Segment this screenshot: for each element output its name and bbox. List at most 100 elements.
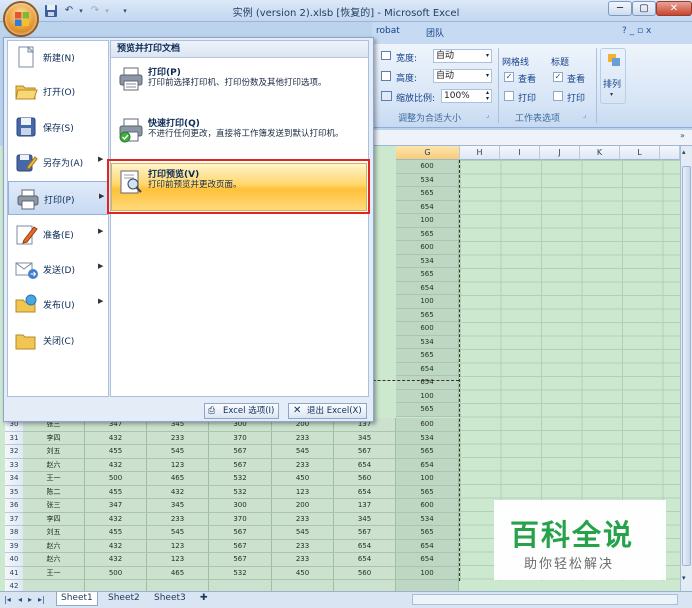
table-cell[interactable]: 张三: [23, 499, 85, 513]
sheet-options-dialog-launcher-icon[interactable]: ⌟: [583, 111, 586, 119]
row-header[interactable]: 40: [5, 553, 23, 567]
menu-item-save-as[interactable]: 另存为(A) ▶: [8, 145, 108, 179]
arrange-button[interactable]: 排列 ▾: [600, 48, 626, 104]
table-cell[interactable]: 654: [334, 553, 396, 567]
table-cell[interactable]: 654: [396, 281, 459, 295]
table-cell[interactable]: 654: [396, 553, 459, 567]
next-sheet-icon[interactable]: ▸: [28, 595, 32, 604]
table-cell[interactable]: 赵六: [23, 539, 85, 553]
first-sheet-icon[interactable]: |◂: [4, 595, 11, 604]
scale-spinner[interactable]: 100% ▴ ▾: [441, 89, 492, 103]
table-cell[interactable]: 565: [396, 526, 459, 540]
table-cell[interactable]: 233: [147, 512, 209, 526]
last-sheet-icon[interactable]: ▸|: [38, 595, 45, 604]
table-cell[interactable]: 233: [272, 431, 334, 445]
row-header[interactable]: 35: [5, 485, 23, 499]
column-header-g[interactable]: G: [396, 146, 460, 160]
table-cell[interactable]: 370: [209, 431, 272, 445]
table-cell[interactable]: 刘五: [23, 445, 85, 459]
table-cell[interactable]: 345: [147, 499, 209, 513]
width-combo[interactable]: 自动 ▾: [433, 49, 492, 63]
table-cell[interactable]: 432: [85, 539, 147, 553]
table-cell[interactable]: 455: [85, 485, 147, 499]
table-cell[interactable]: 刘五: [23, 526, 85, 540]
table-cell[interactable]: 654: [334, 539, 396, 553]
ribbon-help-controls[interactable]: ? _ ▫ x: [622, 26, 651, 36]
undo-dropdown-icon[interactable]: ▾: [74, 4, 88, 18]
sheet-tab-3[interactable]: Sheet3: [150, 592, 190, 606]
row-header[interactable]: 41: [5, 566, 23, 580]
column-header-m[interactable]: [660, 146, 680, 160]
row-header[interactable]: 38: [5, 526, 23, 540]
excel-options-button[interactable]: ⎙ Excel 选项(I): [204, 403, 280, 419]
table-cell[interactable]: 600: [396, 499, 459, 513]
table-cell[interactable]: 565: [396, 349, 459, 363]
table-cell[interactable]: 233: [272, 553, 334, 567]
table-cell[interactable]: 123: [147, 553, 209, 567]
row-header[interactable]: 33: [5, 458, 23, 472]
table-cell[interactable]: 500: [85, 472, 147, 486]
table-cell[interactable]: 545: [147, 526, 209, 540]
table-cell[interactable]: 545: [147, 445, 209, 459]
table-cell[interactable]: 300: [209, 499, 272, 513]
table-cell[interactable]: 545: [272, 445, 334, 459]
table-cell[interactable]: 565: [396, 268, 459, 282]
scroll-up-icon[interactable]: ▴: [682, 148, 686, 156]
menu-item-prepare-pen[interactable]: 准备(E) ▶: [8, 217, 108, 251]
table-cell[interactable]: 345: [334, 512, 396, 526]
table-cell[interactable]: 534: [396, 512, 459, 526]
table-cell[interactable]: 137: [334, 499, 396, 513]
table-cell[interactable]: 560: [334, 472, 396, 486]
height-combo[interactable]: 自动 ▾: [433, 69, 492, 83]
column-header-j[interactable]: J: [540, 146, 580, 160]
table-cell[interactable]: 陈二: [23, 485, 85, 499]
row-header[interactable]: 39: [5, 539, 23, 553]
table-cell[interactable]: 李四: [23, 431, 85, 445]
tab-acrobat[interactable]: robat: [376, 26, 400, 36]
table-cell[interactable]: 100: [396, 566, 459, 580]
menu-item-send[interactable]: 发送(D) ▶: [8, 252, 108, 286]
table-cell[interactable]: 465: [147, 566, 209, 580]
table-cell[interactable]: 455: [85, 445, 147, 459]
table-cell[interactable]: 565: [396, 485, 459, 499]
table-cell[interactable]: 654: [334, 485, 396, 499]
table-cell[interactable]: 565: [396, 227, 459, 241]
table-cell[interactable]: 450: [272, 566, 334, 580]
table-cell[interactable]: 赵六: [23, 458, 85, 472]
formula-bar[interactable]: [372, 130, 692, 146]
table-cell[interactable]: 233: [147, 431, 209, 445]
table-cell[interactable]: 565: [396, 445, 459, 459]
table-cell[interactable]: 王一: [23, 472, 85, 486]
table-cell[interactable]: 567: [209, 445, 272, 459]
tab-team[interactable]: 团队: [426, 26, 444, 39]
table-cell[interactable]: 李四: [23, 512, 85, 526]
row-header[interactable]: 31: [5, 431, 23, 445]
table-cell[interactable]: 432: [85, 512, 147, 526]
table-cell[interactable]: 534: [396, 173, 459, 187]
menu-item-new-document[interactable]: 新建(N): [8, 40, 108, 74]
table-cell[interactable]: 532: [209, 485, 272, 499]
table-cell[interactable]: 534: [396, 431, 459, 445]
table-cell[interactable]: 455: [85, 526, 147, 540]
table-cell[interactable]: 534: [396, 335, 459, 349]
scroll-down-icon[interactable]: ▾: [682, 574, 686, 582]
table-cell[interactable]: 465: [147, 472, 209, 486]
table-cell[interactable]: 432: [85, 553, 147, 567]
table-cell[interactable]: 370: [209, 512, 272, 526]
table-cell[interactable]: 345: [334, 431, 396, 445]
table-cell[interactable]: 600: [396, 160, 459, 174]
table-cell[interactable]: 654: [396, 362, 459, 376]
table-cell[interactable]: 432: [85, 431, 147, 445]
scroll-thumb[interactable]: [682, 166, 691, 566]
table-cell[interactable]: 600: [396, 418, 459, 432]
table-cell[interactable]: 100: [396, 295, 459, 309]
table-cell[interactable]: 567: [334, 526, 396, 540]
table-cell[interactable]: 233: [272, 458, 334, 472]
table-cell[interactable]: 233: [272, 539, 334, 553]
table-cell[interactable]: 567: [209, 553, 272, 567]
quick-print-option[interactable]: 快速打印(Q) 不进行任何更改，直接将工作簿发送到默认打印机。: [112, 113, 367, 151]
menu-item-printer[interactable]: 打印(P) ▶: [8, 181, 108, 215]
minimize-button[interactable]: ─: [608, 1, 632, 16]
table-cell[interactable]: 560: [334, 566, 396, 580]
table-cell[interactable]: 565: [396, 187, 459, 201]
